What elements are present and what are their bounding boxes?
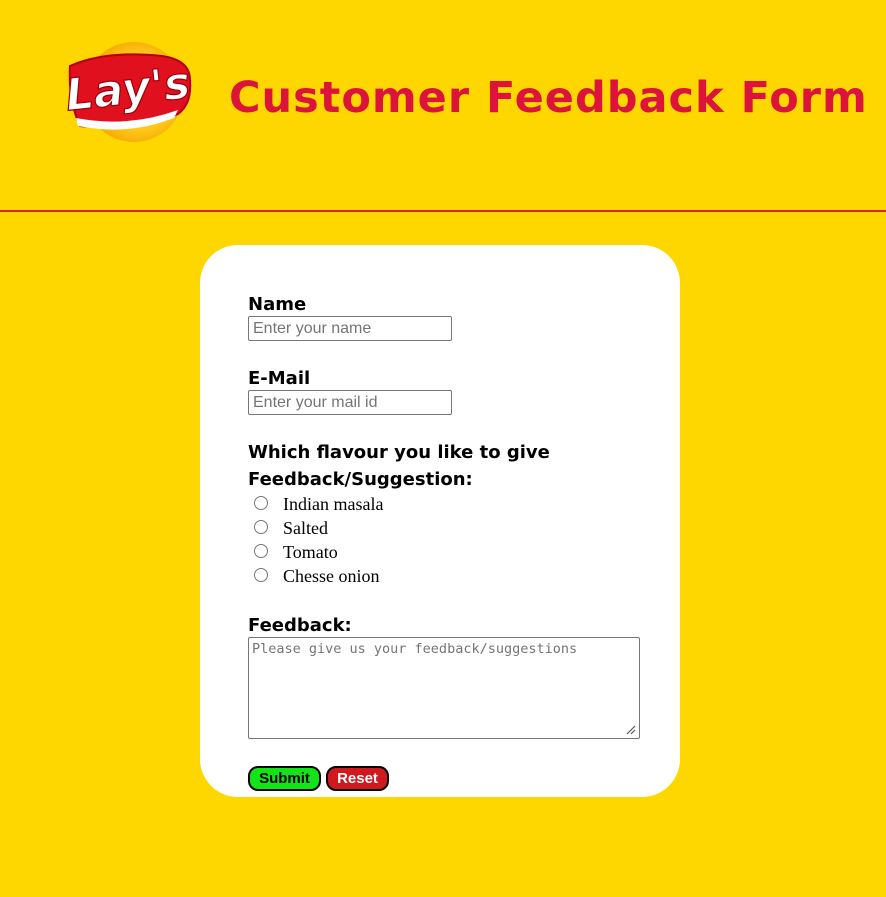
radio-button[interactable] — [254, 495, 268, 510]
submit-button[interactable]: Submit — [248, 766, 321, 791]
radio-button[interactable] — [254, 543, 268, 558]
radio-button[interactable] — [254, 567, 268, 582]
flavour-option-indian-masala[interactable]: Indian masala — [254, 493, 383, 515]
flavour-option-chesse-onion[interactable]: Chesse onion — [254, 565, 380, 587]
radio-label: Chesse onion — [283, 565, 380, 586]
flavour-option-tomato[interactable]: Tomato — [254, 541, 338, 563]
name-label: Name — [248, 294, 307, 315]
flavour-question-label: Which flavour you like to give — [248, 442, 550, 463]
feedback-form-card: Name E-Mail Which flavour you like to gi… — [200, 245, 680, 797]
feedback-textarea[interactable] — [248, 637, 640, 739]
radio-label: Tomato — [283, 541, 338, 562]
flavour-option-salted[interactable]: Salted — [254, 517, 328, 539]
page-title: Customer Feedback Form — [229, 73, 868, 123]
lays-logo: Lay's — [66, 40, 192, 144]
email-input[interactable] — [248, 390, 452, 415]
feedback-label: Feedback: — [248, 615, 352, 636]
radio-label: Salted — [283, 517, 328, 538]
reset-button[interactable]: Reset — [326, 766, 389, 791]
radio-button[interactable] — [254, 519, 268, 534]
email-label: E-Mail — [248, 368, 311, 389]
name-input[interactable] — [248, 316, 452, 341]
page-header: Lay's Customer Feedback Form — [0, 0, 886, 212]
flavour-question-label-line2: Feedback/Suggestion: — [248, 469, 473, 490]
radio-label: Indian masala — [283, 493, 384, 514]
resize-grip-icon[interactable] — [624, 723, 636, 735]
